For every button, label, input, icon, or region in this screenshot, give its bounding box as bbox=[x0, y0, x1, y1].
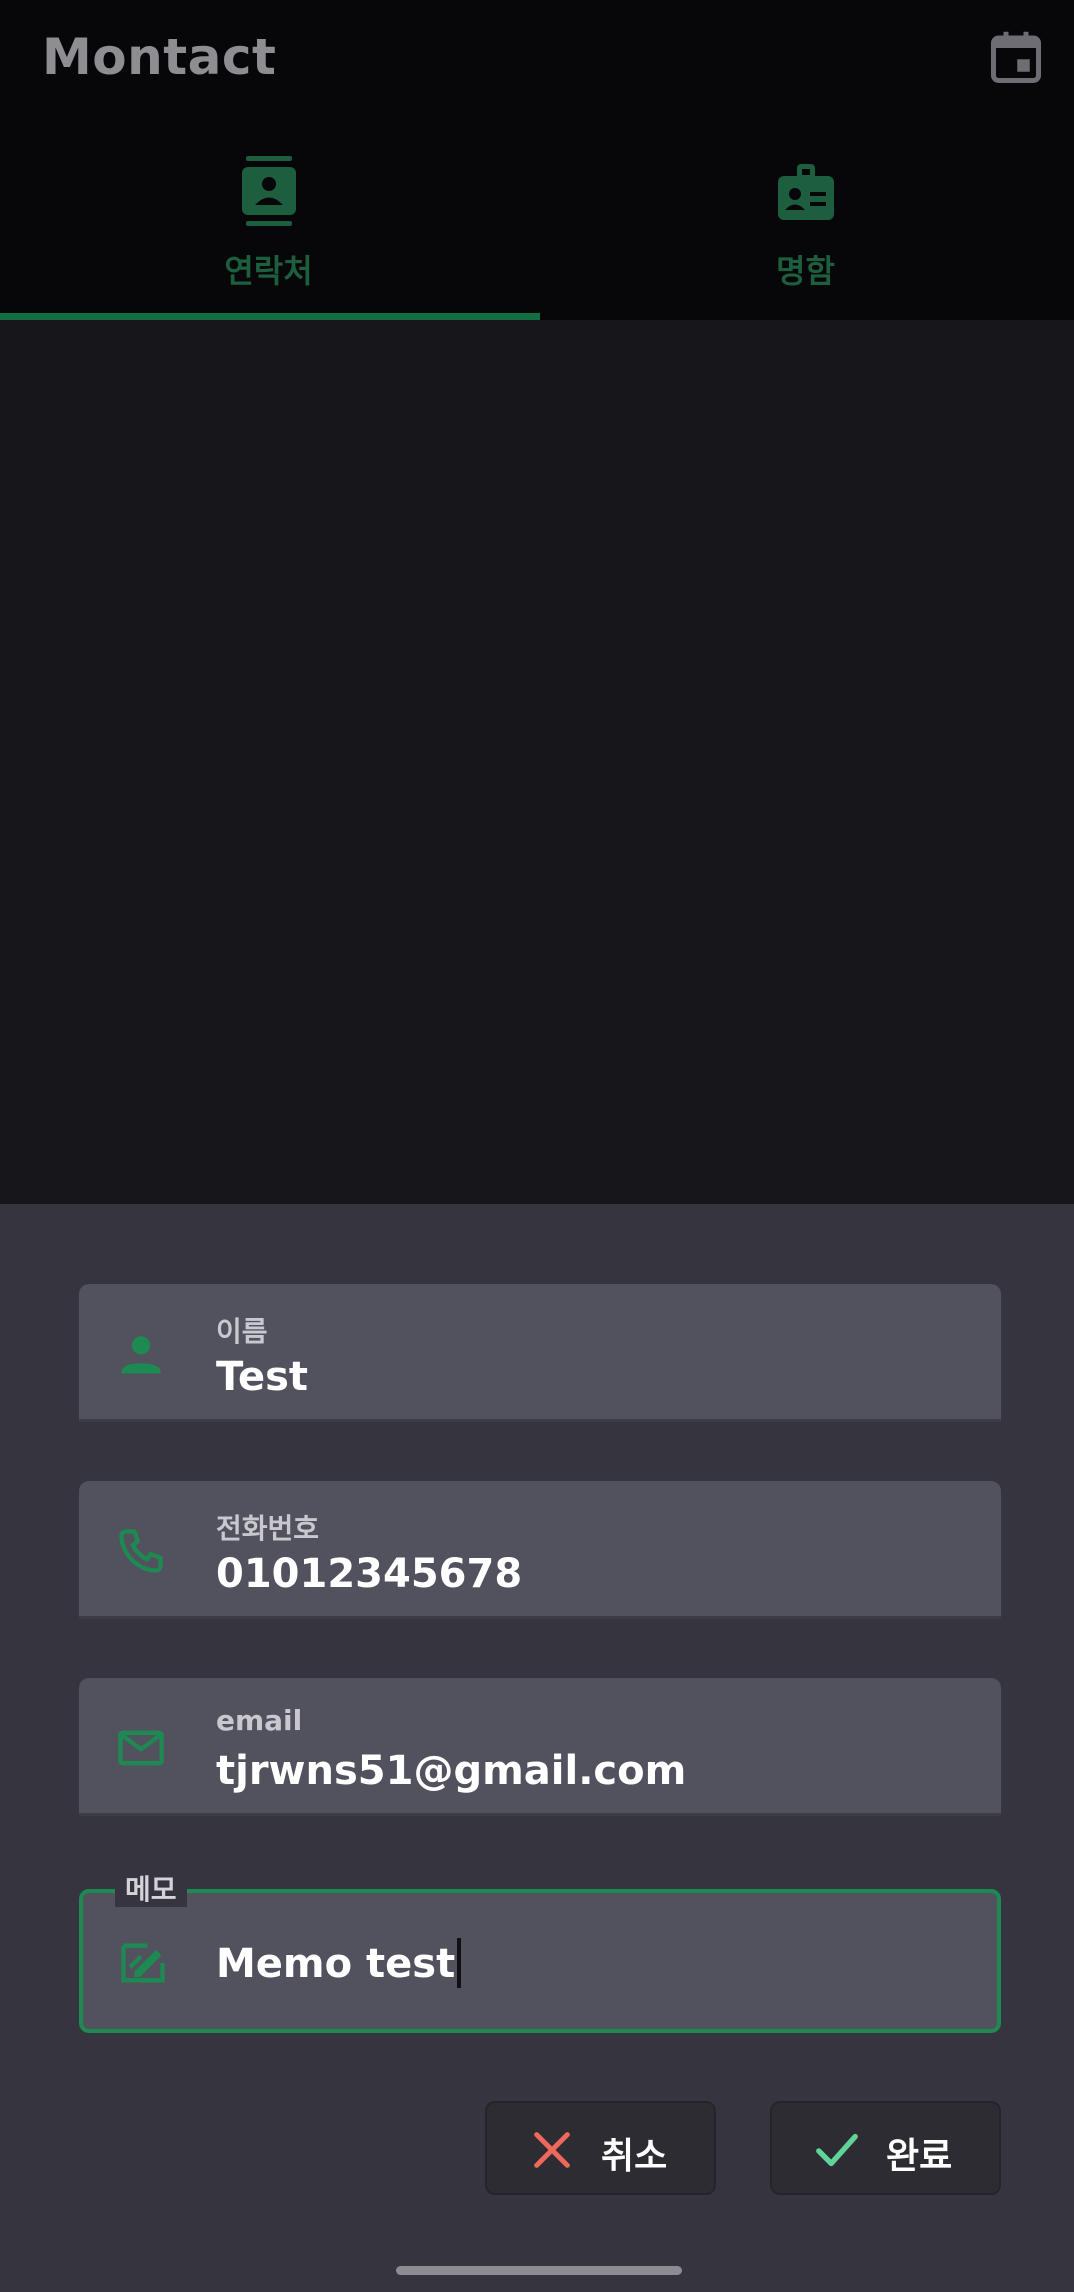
tab-business-cards-label: 명함 bbox=[776, 252, 835, 290]
badge-icon bbox=[778, 164, 834, 220]
name-field-label: 이름 bbox=[216, 1315, 268, 1348]
add-contact-sheet: 이름 Test 전화번호 01012345678 email tjrwns51@… bbox=[0, 1204, 1074, 2292]
phone-field[interactable]: 전화번호 01012345678 bbox=[79, 1481, 1001, 1619]
tab-business-cards[interactable]: 명함 bbox=[537, 120, 1074, 320]
contact-card-icon bbox=[242, 156, 296, 226]
tab-contacts[interactable]: 연락처 bbox=[0, 120, 540, 320]
phone-icon bbox=[119, 1529, 163, 1573]
calendar-button[interactable] bbox=[986, 28, 1046, 88]
memo-field[interactable]: 메모 Memo test bbox=[79, 1873, 1001, 2033]
done-button[interactable]: 완료 bbox=[770, 2101, 1001, 2195]
app-title: Montact bbox=[42, 28, 277, 86]
done-button-label: 완료 bbox=[886, 2136, 953, 2177]
person-icon bbox=[121, 1336, 161, 1374]
email-field-value[interactable]: tjrwns51@gmail.com bbox=[216, 1748, 686, 1794]
email-field-label: email bbox=[216, 1704, 303, 1737]
name-field[interactable]: 이름 Test bbox=[79, 1284, 1001, 1422]
memo-field-label: 메모 bbox=[115, 1873, 187, 1907]
close-icon bbox=[534, 2132, 570, 2168]
tab-selected-indicator bbox=[0, 313, 540, 320]
phone-field-label: 전화번호 bbox=[216, 1512, 320, 1545]
edit-note-icon bbox=[121, 1943, 165, 1983]
cancel-button-label: 취소 bbox=[601, 2136, 668, 2177]
contact-list-area bbox=[0, 320, 1074, 1204]
email-field[interactable]: email tjrwns51@gmail.com bbox=[79, 1678, 1001, 1816]
memo-field-value[interactable]: Memo test bbox=[216, 1938, 462, 1988]
mail-icon bbox=[118, 1730, 164, 1766]
text-cursor bbox=[457, 1938, 462, 1988]
cancel-button[interactable]: 취소 bbox=[485, 2101, 716, 2195]
memo-field-text: Memo test bbox=[216, 1941, 456, 1987]
app-bar: Montact bbox=[0, 0, 1074, 120]
calendar-icon bbox=[991, 31, 1041, 83]
name-field-value[interactable]: Test bbox=[216, 1354, 308, 1400]
tab-contacts-label: 연락처 bbox=[224, 252, 313, 290]
tab-bar: 연락처 명함 bbox=[0, 120, 1074, 320]
phone-field-value[interactable]: 01012345678 bbox=[216, 1551, 522, 1597]
check-icon bbox=[816, 2133, 858, 2167]
home-indicator[interactable] bbox=[396, 2266, 682, 2275]
